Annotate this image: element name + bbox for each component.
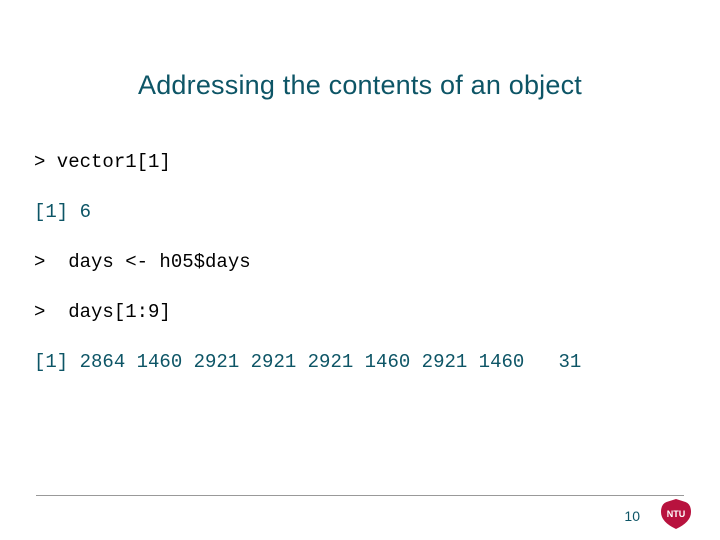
code-line-prompt-2: > days <- h05$days <box>34 251 680 273</box>
code-line-prompt-3: > days[1:9] <box>34 301 680 323</box>
code-block: > vector1[1] [1] 6 > days <- h05$days > … <box>0 151 720 373</box>
svg-text:NTU: NTU <box>667 509 686 519</box>
page-number: 10 <box>624 508 640 524</box>
slide-title: Addressing the contents of an object <box>0 70 720 101</box>
code-line-prompt-1: > vector1[1] <box>34 151 680 173</box>
footer-divider <box>36 495 684 496</box>
slide: Addressing the contents of an object > v… <box>0 0 720 540</box>
code-line-output-2: [1] 2864 1460 2921 2921 2921 1460 2921 1… <box>34 351 680 373</box>
code-line-output-1: [1] 6 <box>34 201 680 223</box>
ntu-logo: NTU <box>660 498 692 530</box>
